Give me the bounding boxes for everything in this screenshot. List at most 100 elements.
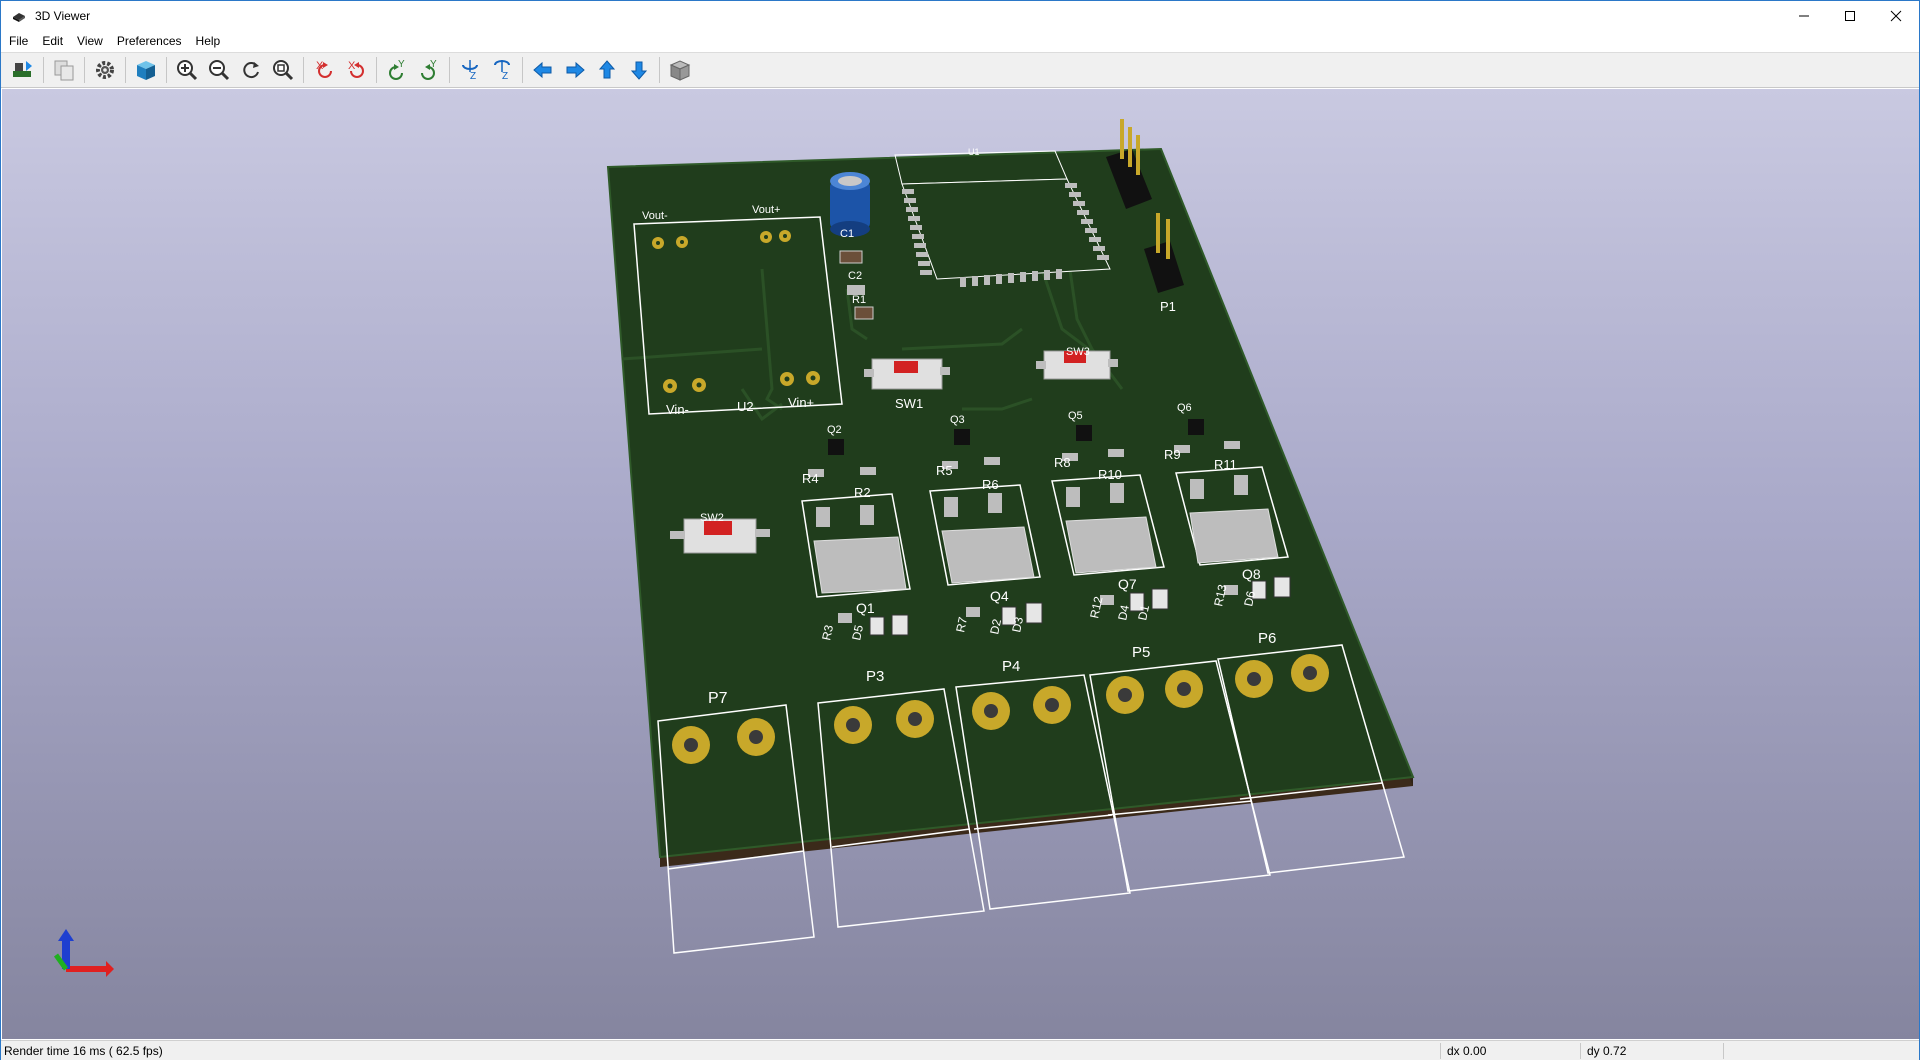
close-button[interactable] (1873, 1, 1919, 31)
pan-left-button[interactable] (527, 54, 559, 86)
zoom-in-icon (177, 60, 198, 81)
vout-plus-label: Vout+ (752, 204, 780, 216)
q1-label: Q1 (856, 600, 875, 616)
copy-to-clipboard-icon (54, 60, 74, 81)
p4-label: P4 (1002, 658, 1020, 675)
zoom-out-icon (209, 60, 230, 81)
xyz-axis-indicator-icon (53, 929, 114, 977)
ortho-view-button[interactable] (664, 54, 696, 86)
redraw-button[interactable] (235, 54, 267, 86)
r1-label: R1 (852, 294, 866, 306)
minimize-button[interactable] (1781, 1, 1827, 31)
copy-to-clipboard-button[interactable] (48, 54, 80, 86)
main-toolbar: X X Y Y Z Z (1, 52, 1919, 88)
zoom-in-button[interactable] (171, 54, 203, 86)
3d-viewer-app-icon (13, 13, 25, 22)
rotate-y-ccw-button[interactable]: Y (413, 54, 445, 86)
r9-label: R9 (1164, 447, 1181, 462)
q4-label: Q4 (990, 588, 1009, 604)
dx-status: dx 0.00 (1447, 1044, 1487, 1058)
p5-label: P5 (1132, 644, 1150, 661)
rotate-z-ccw-button[interactable]: Z (486, 54, 518, 86)
rotate-x-ccw-button[interactable]: X (340, 54, 372, 86)
menu-view[interactable]: View (70, 34, 110, 48)
rotate-x-cw-icon: X (316, 60, 332, 78)
u2-label: U2 (737, 399, 754, 414)
zoom-out-button[interactable] (203, 54, 235, 86)
sw1-label: SW1 (895, 396, 923, 411)
r6-label: R6 (982, 477, 999, 492)
window-title: 3D Viewer (35, 9, 91, 23)
p1-label: P1 (1160, 299, 1176, 314)
reload-board-button[interactable] (7, 54, 39, 86)
minimize-icon (1799, 15, 1809, 17)
pan-up-icon (598, 60, 616, 79)
render-time-status: Render time 16 ms ( 62.5 fps) (4, 1044, 163, 1058)
q8-label: Q8 (1242, 566, 1261, 582)
reload-board-icon (13, 61, 32, 77)
redraw-icon (243, 62, 259, 79)
sw3-label: SW3 (1066, 346, 1090, 358)
pan-right-icon (566, 61, 585, 79)
settings-gear-icon (96, 61, 114, 79)
q6-label: Q6 (1177, 402, 1192, 414)
menu-file[interactable]: File (1, 34, 35, 48)
rotate-y-cw-button[interactable]: Y (381, 54, 413, 86)
menu-preferences[interactable]: Preferences (110, 34, 189, 48)
r8-label: R8 (1054, 455, 1071, 470)
raytracing-button[interactable] (130, 54, 162, 86)
vin-plus-label: Vin+ (788, 395, 814, 410)
sw1-button (864, 358, 950, 390)
rotate-y-cw-icon: Y (389, 59, 405, 80)
pan-down-icon (630, 61, 648, 80)
settings-button[interactable] (89, 54, 121, 86)
sw2-button (670, 518, 770, 554)
pan-right-button[interactable] (559, 54, 591, 86)
r10-label: R10 (1098, 467, 1122, 482)
status-bar: Render time 16 ms ( 62.5 fps) dx 0.00 dy… (1, 1040, 1919, 1060)
3d-viewport[interactable]: U1 C1 C2 R1 Vout- Vout+ Vin- U2 Vin+ P1 … (2, 89, 1919, 1039)
rotate-z-ccw-icon: Z (494, 60, 510, 82)
viewer-window: 3D Viewer File Edit View Preferences Hel… (0, 0, 1920, 1060)
pan-down-button[interactable] (623, 54, 655, 86)
rotate-x-ccw-icon: X (348, 60, 364, 78)
q3-label: Q3 (950, 414, 965, 426)
maximize-icon (1845, 11, 1855, 21)
menu-edit[interactable]: Edit (35, 34, 70, 48)
pan-left-icon (533, 61, 552, 79)
maximize-button[interactable] (1827, 1, 1873, 31)
rotate-z-cw-icon: Z (462, 60, 478, 82)
c1-label: C1 (840, 228, 854, 240)
q7-label: Q7 (1118, 576, 1137, 592)
pan-up-button[interactable] (591, 54, 623, 86)
svg-text:Z: Z (502, 71, 508, 82)
r4-label: R4 (802, 471, 819, 486)
sw2-label: SW2 (700, 512, 724, 524)
q2-label: Q2 (827, 424, 842, 436)
p3-label: P3 (866, 668, 884, 685)
rotate-z-cw-button[interactable]: Z (454, 54, 486, 86)
c2-label: C2 (848, 270, 862, 282)
u1-label: U1 (968, 147, 980, 157)
vin-minus-label: Vin- (666, 402, 689, 417)
svg-text:X: X (348, 60, 356, 72)
menu-help[interactable]: Help (189, 34, 228, 48)
ortho-view-icon (669, 60, 691, 81)
q5-label: Q5 (1068, 410, 1083, 422)
rotate-y-ccw-icon: Y (421, 59, 437, 80)
p7-label: P7 (708, 690, 728, 707)
pcb-3d-render[interactable]: U1 C1 C2 R1 Vout- Vout+ Vin- U2 Vin+ P1 … (2, 89, 1919, 1039)
close-icon (1890, 10, 1902, 22)
vout-minus-label: Vout- (642, 210, 668, 222)
zoom-fit-icon (273, 60, 294, 81)
title-bar[interactable]: 3D Viewer (1, 1, 1919, 31)
raytracing-cube-icon (137, 61, 155, 80)
p6-label: P6 (1258, 630, 1276, 647)
zoom-fit-button[interactable] (267, 54, 299, 86)
menu-bar: File Edit View Preferences Help (1, 31, 1919, 51)
rotate-x-cw-button[interactable]: X (308, 54, 340, 86)
dy-status: dy 0.72 (1587, 1044, 1627, 1058)
svg-text:Y: Y (398, 59, 405, 70)
r5-label: R5 (936, 463, 953, 478)
svg-text:Z: Z (470, 71, 476, 82)
